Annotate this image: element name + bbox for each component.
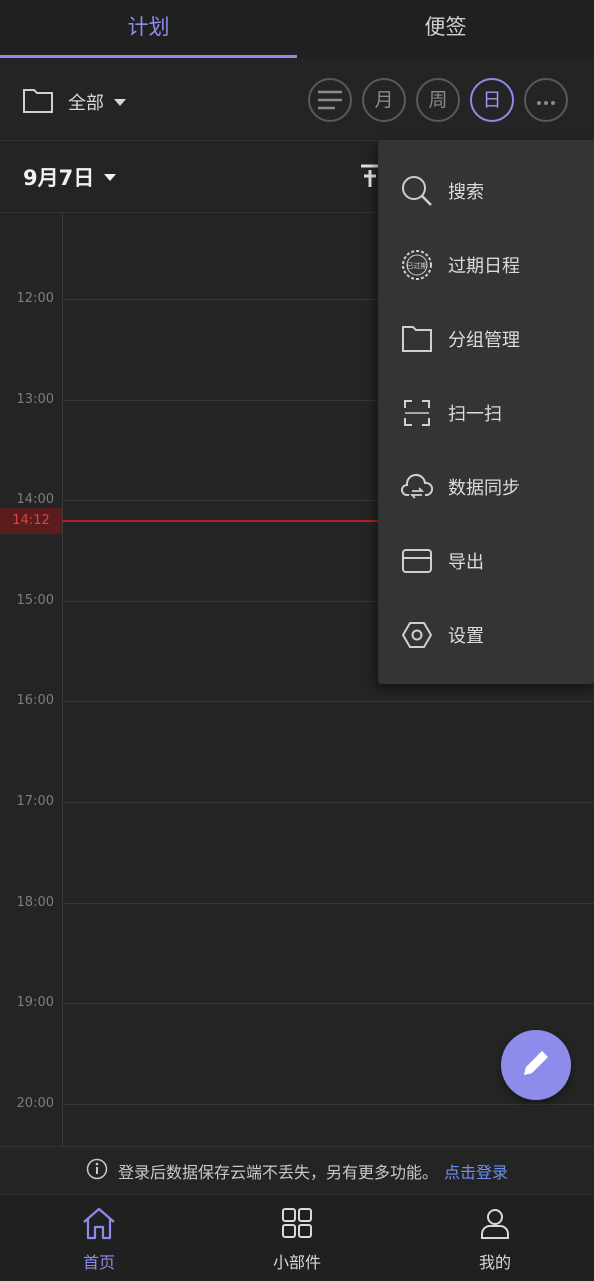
nav-widgets-label: 小部件 [272, 1253, 321, 1272]
toolbar: 全部 月 周 日 [0, 58, 594, 141]
more-icon [536, 89, 556, 111]
nav-home-label: 首页 [82, 1253, 115, 1272]
folder-icon [400, 322, 434, 356]
more-menu: 搜索 已过期 过期日程 分组管理 扫一扫 数据同步 导出 设置 [378, 140, 594, 684]
pin-to-top-icon[interactable] [360, 164, 380, 192]
hour-label: 20:00 [16, 1096, 54, 1111]
login-banner-text: 登录后数据保存云端不丢失，另有更多功能。 [117, 1163, 438, 1182]
nav-mine-label: 我的 [478, 1253, 511, 1272]
date-selector[interactable]: 9月7日 [23, 162, 117, 192]
group-label: 全部 [68, 93, 104, 114]
hour-label: 15:00 [16, 593, 54, 608]
stamp-text: 已过期 [407, 261, 428, 270]
menu-item-sync[interactable]: 数据同步 [378, 450, 594, 524]
tab-notes[interactable]: 便签 [297, 0, 594, 54]
menu-item-label: 设置 [448, 626, 484, 647]
bottom-nav: 首页 小部件 我的 [0, 1194, 594, 1281]
nav-home[interactable]: 首页 [0, 1195, 198, 1281]
hour-label: 14:00 [16, 492, 54, 507]
hour-label: 13:00 [16, 392, 54, 407]
hour-label: 18:00 [16, 895, 54, 910]
pencil-icon [518, 1045, 554, 1085]
hour-gridline [62, 903, 594, 904]
settings-icon [400, 618, 434, 652]
info-icon [86, 1158, 108, 1184]
menu-item-scan[interactable]: 扫一扫 [378, 376, 594, 450]
folder-icon [22, 86, 54, 118]
user-icon [477, 1205, 513, 1241]
chevron-down-icon [114, 98, 126, 106]
search-icon [400, 174, 434, 208]
chevron-down-icon [104, 173, 117, 181]
hour-label: 17:00 [16, 794, 54, 809]
hour-label: 12:00 [16, 291, 54, 306]
list-view-button[interactable] [308, 78, 352, 122]
menu-item-label: 导出 [448, 552, 484, 573]
home-icon [81, 1205, 117, 1241]
menu-item-label: 扫一扫 [448, 404, 502, 425]
add-schedule-button[interactable] [501, 1030, 571, 1100]
week-view-button[interactable]: 周 [416, 78, 460, 122]
hour-gridline [62, 1003, 594, 1004]
nav-mine[interactable]: 我的 [396, 1195, 594, 1281]
login-link[interactable]: 点击登录 [444, 1159, 508, 1183]
top-tab-bar: 计划 便签 [0, 0, 594, 58]
cloud-sync-icon [400, 470, 434, 504]
hour-gridline [62, 701, 594, 702]
expired-stamp-icon: 已过期 [400, 248, 434, 282]
month-view-button[interactable]: 月 [362, 78, 406, 122]
export-icon [400, 544, 434, 578]
menu-item-group-manage[interactable]: 分组管理 [378, 302, 594, 376]
nav-widgets[interactable]: 小部件 [198, 1195, 396, 1281]
group-selector[interactable]: 全部 [22, 86, 126, 118]
day-view-button[interactable]: 日 [470, 78, 514, 122]
time-axis-divider [62, 212, 63, 1146]
hour-label: 19:00 [16, 995, 54, 1010]
widgets-icon [279, 1205, 315, 1241]
menu-item-expired[interactable]: 已过期 过期日程 [378, 228, 594, 302]
hour-gridline [62, 802, 594, 803]
date-label: 9月7日 [23, 166, 95, 190]
list-icon [317, 90, 343, 116]
hour-gridline [62, 1104, 594, 1105]
login-banner: 登录后数据保存云端不丢失，另有更多功能。 点击登录 [0, 1146, 594, 1195]
hour-label: 16:00 [16, 693, 54, 708]
menu-item-export[interactable]: 导出 [378, 524, 594, 598]
more-button[interactable] [524, 78, 568, 122]
menu-item-label: 过期日程 [448, 256, 520, 277]
menu-item-label: 搜索 [448, 182, 484, 203]
menu-item-label: 数据同步 [448, 478, 520, 499]
menu-item-label: 分组管理 [448, 330, 520, 351]
tab-plan[interactable]: 计划 [0, 0, 297, 54]
menu-item-search[interactable]: 搜索 [378, 154, 594, 228]
scan-icon [400, 396, 434, 430]
current-time-label: 14:12 [0, 508, 62, 534]
menu-item-settings[interactable]: 设置 [378, 598, 594, 672]
